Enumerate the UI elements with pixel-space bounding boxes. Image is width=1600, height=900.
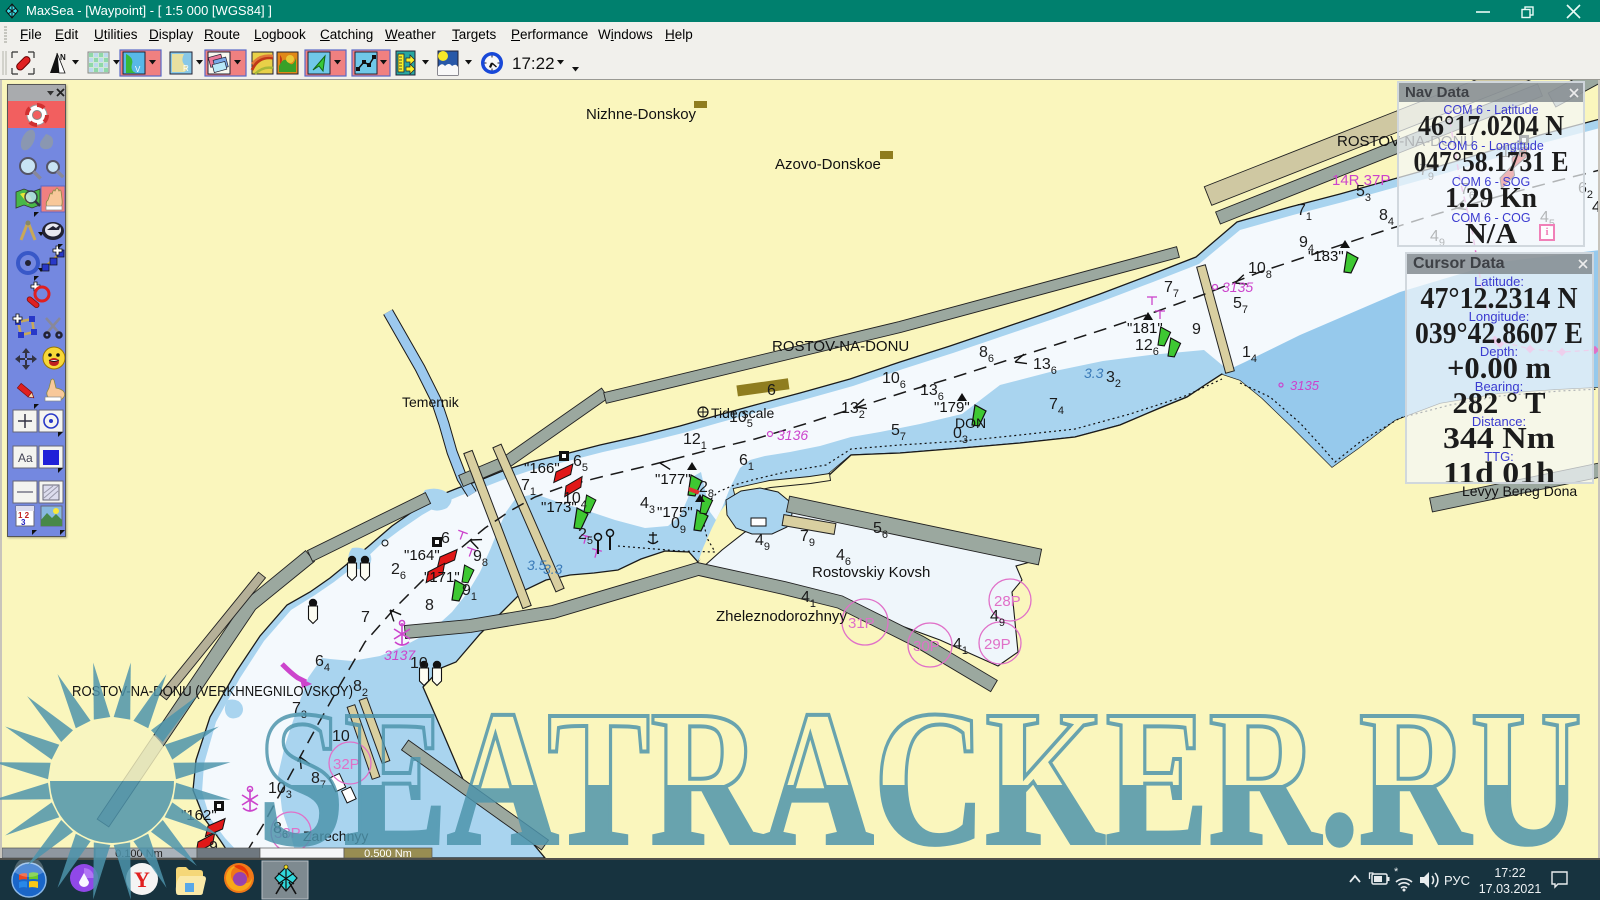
svg-text:Levyy Bereg Dona: Levyy Bereg Dona: [1462, 483, 1577, 499]
svg-text:17:22: 17:22: [1494, 866, 1525, 880]
svg-text:"173": "173": [541, 499, 577, 516]
svg-text:3.3: 3.3: [543, 561, 563, 577]
svg-text:"168": "168": [1496, 144, 1532, 161]
svg-text:ROSTOV-NA-DONU (VERKHNEGNILOVS: ROSTOV-NA-DONU (VERKHNEGNILOVSKOY): [72, 684, 353, 700]
svg-text:10: 10: [410, 655, 428, 672]
svg-text:3136: 3136: [777, 427, 808, 443]
svg-text:DON: DON: [955, 415, 986, 431]
svg-text:31P: 31P: [848, 615, 875, 632]
svg-text:32P: 32P: [333, 756, 360, 773]
svg-text:V: V: [135, 65, 141, 74]
svg-text:Temernik: Temernik: [402, 394, 460, 410]
svg-text:17.03.2021: 17.03.2021: [1479, 882, 1542, 896]
svg-text:"183": "183": [1308, 248, 1344, 265]
svg-text:РУС: РУС: [1444, 873, 1470, 888]
svg-text:3.3: 3.3: [1084, 365, 1104, 381]
svg-text:30P: 30P: [913, 638, 940, 655]
svg-text:29P: 29P: [984, 636, 1011, 653]
svg-text:ROSTOV-NA-DONU: ROSTOV-NA-DONU: [1337, 133, 1474, 150]
svg-text:"177": "177": [655, 471, 691, 488]
svg-text:"175": "175": [657, 504, 693, 521]
svg-text:Aa: Aa: [18, 451, 33, 465]
svg-text:3: 3: [21, 518, 26, 527]
svg-text:"181": "181": [1127, 320, 1163, 337]
svg-text:Y: Y: [134, 867, 150, 892]
svg-text:Azovo-Donskoe: Azovo-Donskoe: [775, 156, 881, 173]
svg-text:"166": "166": [524, 460, 560, 477]
svg-text:Zarechnyy: Zarechnyy: [303, 828, 368, 844]
svg-text:Rostovskiy Kovsh: Rostovskiy Kovsh: [812, 564, 930, 581]
svg-text:"162": "162": [181, 807, 217, 824]
svg-text:17:22: 17:22: [512, 54, 555, 73]
svg-text:R: R: [183, 64, 189, 73]
svg-text:9: 9: [1192, 321, 1201, 338]
svg-text:3135: 3135: [1290, 378, 1320, 393]
svg-text:ROSTOV-NA-DONU: ROSTOV-NA-DONU: [772, 338, 909, 355]
svg-text:*: *: [1394, 866, 1399, 878]
svg-text:"164": "164": [404, 547, 440, 564]
svg-text:7: 7: [361, 609, 370, 626]
svg-text:6: 6: [767, 382, 776, 399]
svg-text:"171": "171": [424, 569, 460, 586]
svg-text:"179": "179": [934, 399, 970, 416]
svg-text:Zheleznodorozhnyy: Zheleznodorozhnyy: [716, 608, 847, 625]
svg-text:3135: 3135: [1222, 279, 1253, 295]
svg-text:10: 10: [332, 728, 350, 745]
svg-text:Nizhne-Donskoy: Nizhne-Donskoy: [586, 106, 697, 123]
svg-text:N: N: [60, 53, 66, 62]
svg-text:8: 8: [425, 597, 434, 614]
svg-text:6: 6: [441, 530, 450, 547]
